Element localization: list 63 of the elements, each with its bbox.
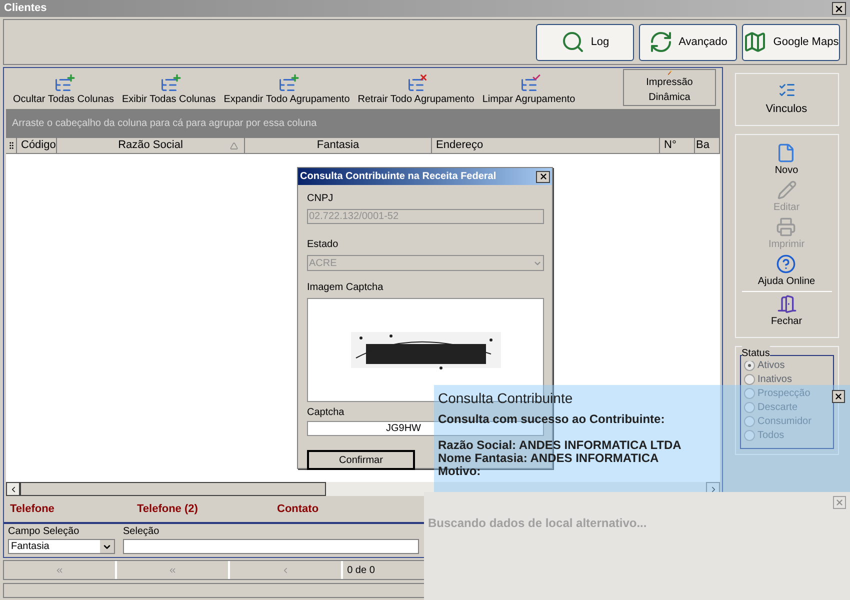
column-header[interactable]: N° [660,138,695,153]
notification-detail: Motivo: [438,465,481,478]
tree-add-icon [54,76,72,94]
tree-remove-icon [407,76,426,94]
chevron-left-icon [281,566,290,574]
group-tool-button[interactable]: Exibir Todas Colunas [118,76,219,106]
close-icon [834,4,844,14]
dialog-button[interactable]: Confirmar [307,450,415,470]
group-hint: Arraste o cabeçalho da coluna para cá para agrupar por essa coluna [12,117,317,131]
group-tool-button[interactable]: Expandir Todo Agrupamento [220,76,353,106]
selection-input[interactable] [123,539,419,554]
footer-label: Contato [277,502,319,517]
close-icon [834,392,843,401]
toolbar-button[interactable]: Google Maps [742,24,840,60]
dialog-title: Consulta Contribuinte na Receita Federal [300,170,496,184]
help-icon [776,254,796,274]
column-header[interactable]: Fantasia [245,138,432,153]
pencil-icon [776,180,796,200]
close-button[interactable] [832,2,846,15]
column-chooser-icon[interactable] [6,141,16,150]
toolbar-button[interactable]: Avançado [639,24,737,60]
notification-detail: Nome Fantasia: ANDES INFORMATICA [438,452,659,465]
scroll-thumb[interactable] [20,482,326,496]
double-chevron-left-icon [55,566,64,574]
notification-close-button[interactable] [832,390,845,403]
field-label: Campo Seleção [8,525,80,539]
column-header[interactable]: Razão Social [57,138,245,153]
captcha-label: Captcha [307,406,344,420]
tree-add-icon [160,76,178,94]
action-button[interactable]: Novo [774,143,798,178]
tree-check-icon [520,76,538,94]
state-label: Estado [307,238,340,252]
footer-label: Telefone (2) [137,502,199,517]
action-button[interactable]: Fechar [742,291,832,329]
group-tool-button[interactable]: Ocultar Todas Colunas [10,76,117,106]
close-icon [835,498,844,507]
tree-add-icon [278,76,296,94]
printer-icon [776,217,796,237]
toast-message: Buscando dados de local alternativo... [428,515,648,532]
dialog-close-button[interactable] [536,170,550,182]
selection-label: Seleção [123,525,160,539]
double-chevron-left-icon [168,566,177,574]
status-title: Status [742,346,770,361]
close-icon [538,172,548,181]
links-button[interactable]: Vinculos [734,73,838,126]
document-icon [776,143,796,163]
dynamic-print-button[interactable]: Impressão Dinâmica [623,69,716,106]
action-button[interactable]: Ajuda Online [758,254,816,289]
window-title: Clientes [4,1,47,16]
door-icon [776,294,796,314]
column-header[interactable]: Ba [695,138,720,153]
footer-label: Telefone [10,502,56,517]
toolbar-button[interactable]: Log [536,24,634,60]
pager-count: 0 de 0 [346,564,376,578]
column-header[interactable]: Endereço [432,138,660,153]
group-tool-button[interactable]: Retrair Todo Agrupamento [354,76,478,106]
field-dropdown[interactable]: Fantasia [8,539,115,554]
notification-title: Consulta Contribuinte [438,389,573,408]
cnpj-label: CNPJ [307,192,334,206]
column-header[interactable]: Código [17,138,57,153]
captcha-image-label: Imagem Captcha [307,281,384,295]
notification-detail: Razão Social: ANDES INFORMATICA LTDA [438,439,682,452]
group-tool-button[interactable]: Limpar Agrupamento [479,76,578,106]
